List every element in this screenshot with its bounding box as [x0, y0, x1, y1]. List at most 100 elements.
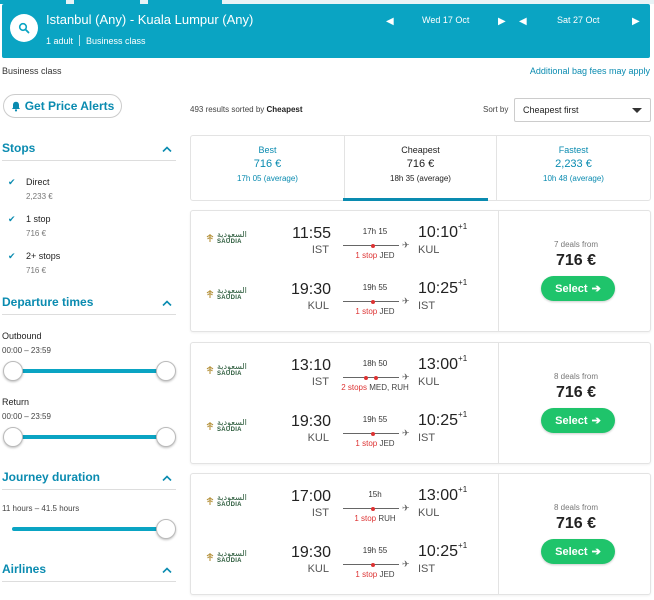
results-count: 493 results sorted by Cheapest	[190, 105, 303, 114]
duration-slider-handle[interactable]	[156, 519, 176, 539]
stop-dot	[374, 375, 378, 380]
stop-dot	[371, 431, 375, 436]
sort-summary-tabs: Best 716 € 17h 05 (average) Cheapest 716…	[190, 135, 651, 201]
outbound-date[interactable]: Wed 17 Oct	[422, 15, 469, 25]
tab-fastest[interactable]: Fastest 2,233 € 10h 48 (average)	[497, 136, 650, 200]
flight-result-card[interactable]: السعودية SAUDIA 17:00 IST 15h ✈ 1 stop RUH …	[190, 473, 651, 595]
stops-info: 1 stop JED	[331, 570, 419, 579]
sort-select[interactable]: Cheapest first	[514, 98, 651, 122]
arrow-right-icon: ➔	[591, 546, 601, 558]
outbound-slider-min-handle[interactable]	[3, 361, 23, 381]
flight-result-card[interactable]: السعودية SAUDIA 13:10 IST 18h 50 ✈ 2 stops …	[190, 342, 651, 464]
departure-time: 19:30	[291, 281, 332, 298]
tab-fastest-title: Fastest	[558, 145, 589, 155]
tab-fastest-price: 2,233 €	[555, 158, 592, 170]
stops-info: 2 stops MED, RUH	[331, 383, 419, 392]
arrival-time: 10:25+1	[418, 278, 468, 298]
departure-airport: KUL	[307, 432, 329, 444]
chevron-up-icon[interactable]	[162, 475, 172, 481]
select-button[interactable]: Select ➔	[541, 408, 615, 433]
airline-logo: السعودية SAUDIA	[205, 362, 247, 382]
return-next-date-arrow[interactable]: ▶	[632, 16, 640, 27]
stops-count: 1 stop	[355, 570, 378, 579]
chevron-up-icon[interactable]	[162, 146, 172, 152]
return-prev-date-arrow[interactable]: ◀	[519, 16, 527, 27]
duration-slider-track[interactable]	[12, 527, 166, 531]
outbound-next-date-arrow[interactable]: ▶	[498, 16, 506, 27]
two-plus-stops-checkbox[interactable]: ✔	[8, 251, 16, 262]
tab-cheapest[interactable]: Cheapest 716 € 18h 35 (average)	[344, 136, 497, 200]
stops-filter-title[interactable]: Stops	[2, 141, 35, 155]
arrow-right-icon: ➔	[591, 283, 601, 295]
arrival-time: 13:00+1	[418, 485, 467, 505]
outbound-prev-date-arrow[interactable]: ◀	[386, 16, 394, 27]
passenger-count: 1 adult	[46, 35, 74, 46]
tab-cheapest-price: 716 €	[406, 158, 435, 170]
results-sorted-by: Cheapest	[266, 105, 303, 114]
stops-option-one-stop[interactable]: 1 stop	[26, 214, 51, 224]
return-range: 00:00 – 23:59	[2, 412, 51, 421]
return-slider-min-handle[interactable]	[3, 427, 23, 447]
outbound-slider-track[interactable]	[12, 369, 166, 373]
flight-result-card[interactable]: السعودية SAUDIA 11:55 IST 17h 15 ✈ 1 stop J…	[190, 210, 651, 332]
deals-count: 8 deals from	[553, 503, 599, 512]
divider	[498, 211, 499, 331]
stops-count: 2 stops	[341, 383, 367, 392]
stops-info: 1 stop JED	[331, 307, 419, 316]
stops-count: 1 stop	[355, 251, 378, 260]
search-icon	[18, 22, 30, 34]
direct-checkbox[interactable]: ✔	[8, 177, 16, 188]
airline-logo: السعودية SAUDIA	[205, 549, 247, 569]
tab-best-title: Best	[258, 145, 277, 155]
tab-cheapest-duration: 18h 35 (average)	[390, 174, 451, 183]
search-summary-bar[interactable]: Istanbul (Any) - Kuala Lumpur (Any) 1 ad…	[2, 4, 650, 58]
tab-best[interactable]: Best 716 € 17h 05 (average)	[191, 136, 344, 200]
outbound-label: Outbound	[2, 331, 42, 341]
select-button-label: Select	[555, 414, 588, 427]
outbound-slider-max-handle[interactable]	[156, 361, 176, 381]
arrival-time-value: 10:25	[418, 543, 459, 560]
return-slider-max-handle[interactable]	[156, 427, 176, 447]
tab-best-price: 716 €	[253, 158, 282, 170]
palm-emblem-icon	[206, 422, 214, 430]
arrival-time: 10:25+1	[418, 410, 468, 430]
plane-icon: ✈	[402, 296, 410, 306]
divider	[79, 35, 81, 46]
flight-duration: 15h	[368, 490, 382, 499]
select-button[interactable]: Select ➔	[541, 539, 615, 564]
price-alerts-button[interactable]: Get Price Alerts	[3, 94, 122, 118]
stops-option-two-plus[interactable]: 2+ stops	[26, 251, 60, 261]
stops-info: 1 stop JED	[331, 439, 419, 448]
arrival-day-offset: +1	[458, 278, 468, 287]
return-date[interactable]: Sat 27 Oct	[557, 15, 600, 25]
arrival-airport: KUL	[418, 376, 440, 388]
departure-time: 19:30	[291, 544, 332, 561]
search-button[interactable]	[10, 14, 38, 42]
stops-option-direct[interactable]: Direct	[26, 177, 50, 187]
arrival-time: 10:25+1	[418, 541, 467, 561]
airlines-filter-title[interactable]: Airlines	[2, 562, 46, 576]
airline-name-arabic: السعودية	[217, 230, 247, 239]
arrival-time-value: 13:00	[418, 356, 459, 373]
arrival-airport: IST	[418, 300, 436, 312]
arrival-time-value: 10:25	[418, 412, 459, 429]
return-slider-track[interactable]	[12, 435, 166, 439]
bag-fees-link[interactable]: Additional bag fees may apply	[530, 66, 650, 76]
departure-times-title[interactable]: Departure times	[2, 295, 93, 309]
chevron-up-icon[interactable]	[162, 567, 172, 573]
plane-icon: ✈	[402, 428, 410, 438]
one-stop-checkbox[interactable]: ✔	[8, 214, 16, 225]
arrival-day-offset: +1	[458, 410, 468, 419]
flight-duration: 19h 55	[362, 546, 388, 555]
journey-duration-title[interactable]: Journey duration	[2, 470, 100, 484]
stops-via: RUH	[378, 514, 396, 523]
deals-count: 8 deals from	[553, 372, 599, 381]
arrival-time: 10:10+1	[418, 222, 467, 242]
stops-count: 1 stop	[355, 439, 378, 448]
tab-best-duration: 17h 05 (average)	[237, 174, 298, 183]
cabin-class: Business class	[86, 35, 146, 46]
stops-info: 1 stop JED	[331, 251, 419, 260]
select-button[interactable]: Select ➔	[541, 276, 615, 301]
divider	[498, 474, 499, 594]
chevron-up-icon[interactable]	[162, 300, 172, 306]
